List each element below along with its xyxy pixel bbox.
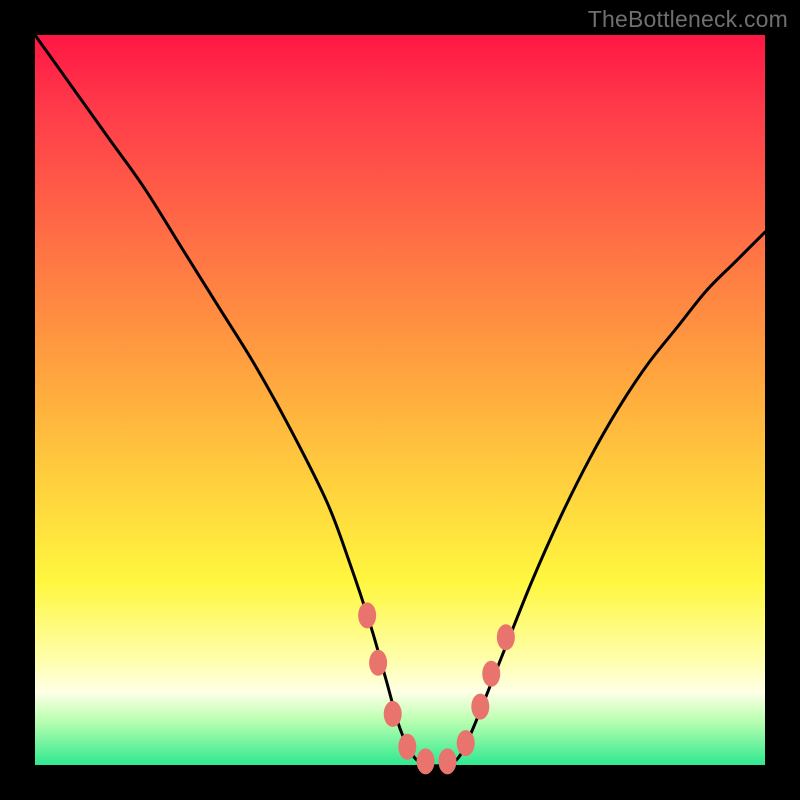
curve-marker	[384, 701, 402, 727]
curve-marker	[471, 694, 489, 720]
plot-area	[35, 35, 765, 765]
curve-marker	[497, 624, 515, 650]
curve-marker	[438, 748, 456, 774]
curve-markers	[358, 602, 515, 774]
curve-marker	[482, 661, 500, 687]
curve-marker	[398, 734, 416, 760]
chart-frame: TheBottleneck.com	[0, 0, 800, 800]
bottleneck-curve	[35, 35, 765, 766]
curve-marker	[358, 602, 376, 628]
curve-marker	[417, 748, 435, 774]
curve-marker	[369, 650, 387, 676]
watermark-text: TheBottleneck.com	[588, 6, 788, 33]
curve-overlay	[35, 35, 765, 765]
curve-marker	[457, 730, 475, 756]
